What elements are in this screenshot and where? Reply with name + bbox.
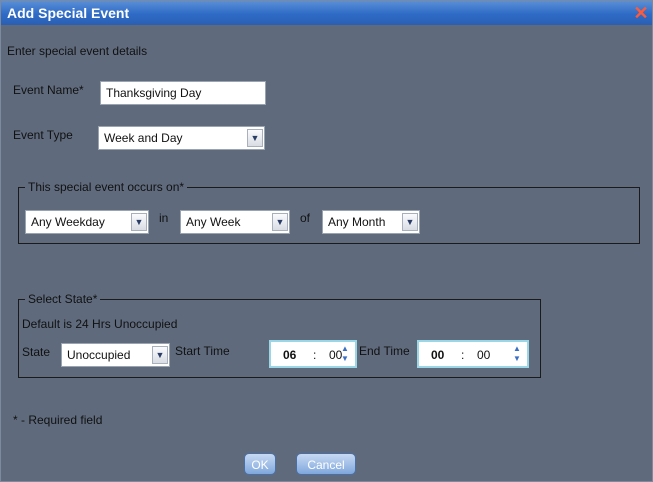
instruction-text: Enter special event details	[7, 44, 148, 58]
event-type-label: Event Type	[13, 128, 73, 142]
chevron-down-icon[interactable]: ▼	[272, 213, 288, 231]
in-label: in	[159, 211, 169, 225]
add-special-event-dialog: Add Special Event ✕ Enter special event …	[0, 0, 653, 482]
up-down-spinner-icon[interactable]: ▲ ▼	[509, 344, 525, 364]
chevron-down-icon[interactable]: ▼	[152, 346, 168, 364]
month-select[interactable]: Any Month ▼	[322, 210, 420, 234]
up-down-spinner-icon[interactable]: ▲ ▼	[337, 344, 353, 364]
spin-up-icon[interactable]: ▲	[337, 344, 353, 354]
spin-up-icon[interactable]: ▲	[509, 344, 525, 354]
spin-down-icon[interactable]: ▼	[509, 354, 525, 364]
of-label: of	[300, 211, 311, 225]
time-separator: :	[461, 348, 465, 362]
start-time-label: Start Time	[175, 344, 230, 358]
chevron-down-icon[interactable]: ▼	[247, 129, 263, 147]
week-value: Any Week	[186, 215, 241, 229]
spin-down-icon[interactable]: ▼	[337, 354, 353, 364]
default-note: Default is 24 Hrs Unoccupied	[22, 317, 178, 331]
event-name-label: Event Name*	[13, 83, 84, 97]
state-label: State	[22, 345, 51, 359]
time-separator: :	[313, 348, 317, 362]
select-state-legend: Select State*	[25, 292, 101, 306]
end-hour[interactable]: 00	[431, 348, 444, 362]
title-bar[interactable]: Add Special Event ✕	[1, 1, 652, 25]
state-value: Unoccupied	[67, 348, 131, 362]
weekday-select[interactable]: Any Weekday ▼	[25, 210, 149, 234]
event-type-value: Week and Day	[104, 131, 183, 145]
event-type-select[interactable]: Week and Day ▼	[98, 126, 265, 150]
required-note: * - Required field	[13, 413, 103, 427]
cancel-button[interactable]: Cancel	[296, 453, 356, 475]
end-time-field[interactable]: 00 : 00 ▲ ▼	[417, 340, 529, 368]
state-select[interactable]: Unoccupied ▼	[61, 343, 170, 367]
start-hour[interactable]: 06	[283, 348, 296, 362]
week-select[interactable]: Any Week ▼	[180, 210, 290, 234]
end-time-label: End Time	[359, 344, 410, 358]
month-value: Any Month	[328, 215, 386, 229]
occurs-on-legend: This special event occurs on*	[25, 180, 188, 194]
chevron-down-icon[interactable]: ▼	[131, 213, 147, 231]
event-name-field[interactable]: Thanksgiving Day	[100, 81, 266, 105]
start-time-field[interactable]: 06 : 00 ▲ ▼	[269, 340, 357, 368]
chevron-down-icon[interactable]: ▼	[402, 213, 418, 231]
close-icon[interactable]: ✕	[633, 4, 649, 22]
end-minute[interactable]: 00	[477, 348, 490, 362]
ok-button[interactable]: OK	[244, 453, 276, 475]
weekday-value: Any Weekday	[31, 215, 105, 229]
dialog-title: Add Special Event	[7, 5, 130, 21]
